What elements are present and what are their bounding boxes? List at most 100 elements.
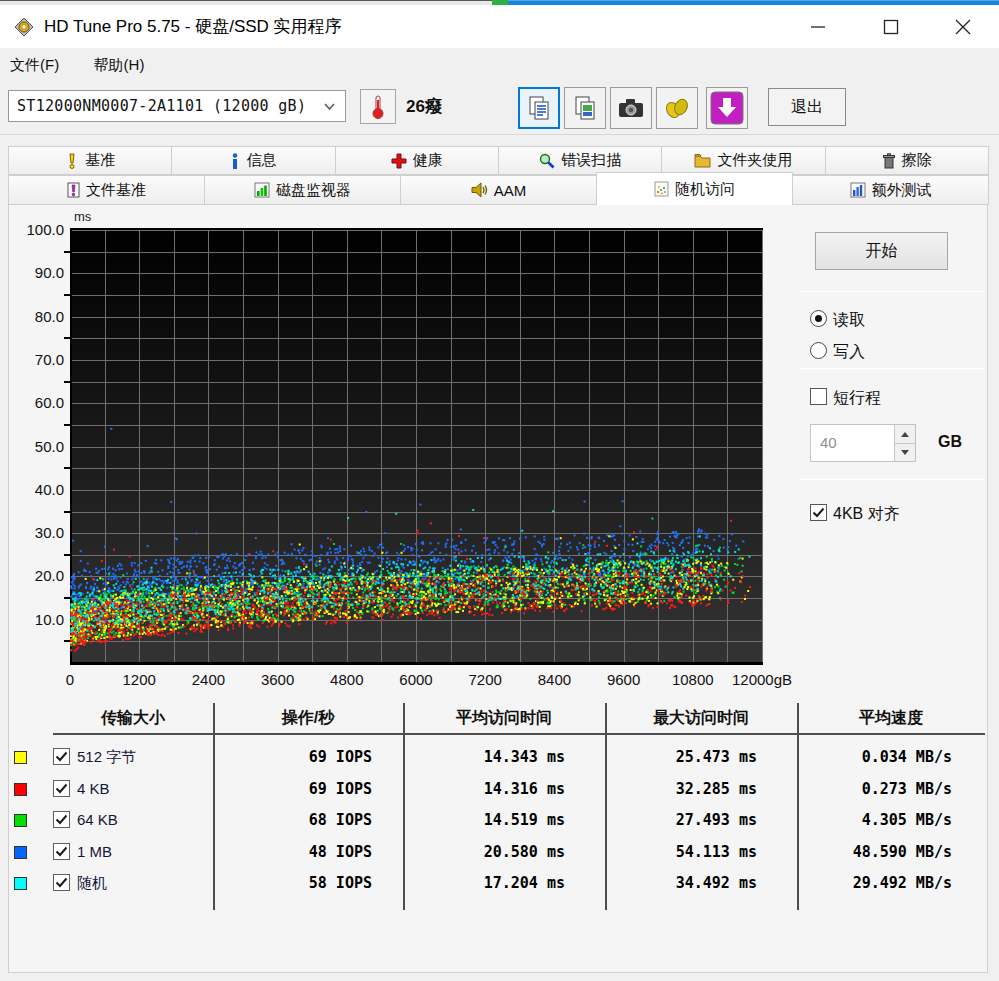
radio-write-label: 写入: [833, 342, 865, 363]
download-button[interactable]: [706, 87, 748, 129]
tab-random-access[interactable]: 随机访问: [596, 172, 793, 205]
avg-speed-value: 29.492 MB/s: [790, 867, 952, 899]
check-icon: [54, 875, 69, 890]
avg-access-value: 20.580 ms: [410, 836, 565, 868]
max-access-value: 27.493 ms: [600, 804, 757, 836]
avg-speed-value: 4.305 MB/s: [790, 804, 952, 836]
temperature-value: 26癈: [406, 89, 442, 124]
short-stroke-checkbox[interactable]: [810, 388, 827, 405]
table-row: 64 KB 68 IOPS 14.519 ms 27.493 ms 4.305 …: [0, 804, 985, 836]
iops-value: 69 IOPS: [213, 741, 372, 773]
series-checkbox[interactable]: [53, 843, 70, 860]
series-color-swatch: [14, 846, 27, 859]
copy-image-button[interactable]: [564, 87, 606, 129]
screenshot-button[interactable]: [610, 87, 652, 129]
tab-extra-tests[interactable]: 额外测试: [792, 175, 989, 205]
magnifier-icon: [539, 153, 555, 169]
x-tick-label: 6000: [376, 671, 456, 688]
series-checkbox[interactable]: [53, 748, 70, 765]
x-tick-label: 7200: [445, 671, 525, 688]
start-button[interactable]: 开始: [815, 232, 948, 270]
y-tick-mark: [64, 251, 70, 253]
download-icon: [710, 91, 744, 125]
copy-text-button[interactable]: [518, 87, 560, 129]
max-access-value: 25.473 ms: [600, 741, 757, 773]
check-icon: [54, 749, 69, 764]
x-tick-label: 12000gB: [722, 671, 802, 688]
tab-benchmark[interactable]: 基准: [8, 146, 172, 175]
avg-speed-value: 48.590 MB/s: [790, 836, 952, 868]
x-tick-label: 1200: [99, 671, 179, 688]
tab-erase[interactable]: 擦除: [825, 146, 989, 175]
iops-value: 48 IOPS: [213, 836, 372, 868]
capacity-unit-label: GB: [938, 433, 962, 451]
tab-error-scan[interactable]: 错误扫描: [498, 146, 662, 175]
file-benchmark-icon: [67, 182, 80, 198]
minimize-button[interactable]: [795, 5, 841, 48]
series-color-swatch: [14, 783, 27, 796]
separator: [800, 368, 985, 369]
x-tick-label: 8400: [514, 671, 594, 688]
series-checkbox[interactable]: [53, 780, 70, 797]
spinner-down[interactable]: [894, 443, 915, 461]
tab-file-benchmark[interactable]: 文件基准: [8, 175, 205, 205]
radio-read-label: 读取: [833, 310, 865, 331]
save-results-button[interactable]: [656, 87, 698, 129]
series-color-swatch: [14, 751, 27, 764]
random-access-icon: [654, 181, 669, 197]
speaker-icon: [471, 182, 488, 198]
max-access-value: 32.285 ms: [600, 773, 757, 805]
y-tick-label: 90.0: [18, 264, 64, 281]
table-row: 4 KB 69 IOPS 14.316 ms 32.285 ms 0.273 M…: [0, 773, 985, 805]
table-row: 随机 58 IOPS 17.204 ms 34.492 ms 29.492 MB…: [0, 867, 985, 899]
table-row: 512 字节 69 IOPS 14.343 ms 25.473 ms 0.034…: [0, 741, 985, 773]
y-tick-mark: [64, 294, 70, 296]
drive-selector[interactable]: ST12000NM0007-2A1101 (12000 gB): [8, 90, 346, 122]
table-row: 1 MB 48 IOPS 20.580 ms 54.113 ms 48.590 …: [0, 836, 985, 868]
series-label: 64 KB: [77, 804, 118, 836]
x-tick-label: 0: [30, 671, 110, 688]
capacity-value: 40: [820, 425, 837, 461]
separator: [800, 291, 985, 292]
health-cross-icon: [391, 153, 407, 169]
tab-health[interactable]: 健康: [335, 146, 499, 175]
capacity-input[interactable]: 40: [810, 424, 916, 462]
max-access-value: 34.492 ms: [600, 867, 757, 899]
separator: [800, 479, 985, 480]
y-tick-label: 10.0: [18, 611, 64, 628]
check-icon: [811, 505, 826, 520]
menu-help[interactable]: 帮助(H): [84, 48, 155, 82]
y-tick-mark: [64, 467, 70, 469]
series-checkbox[interactable]: [53, 874, 70, 891]
tab-info[interactable]: 信息: [171, 146, 335, 175]
toolbar: ST12000NM0007-2A1101 (12000 gB) 26癈: [0, 82, 999, 134]
tab-aam[interactable]: AAM: [400, 175, 597, 205]
exit-button[interactable]: 退出: [768, 88, 846, 126]
series-checkbox[interactable]: [53, 811, 70, 828]
col-transfer-size: 传输大小: [48, 708, 218, 729]
series-label: 4 KB: [77, 773, 110, 805]
radio-write[interactable]: [810, 342, 827, 359]
maximize-button[interactable]: [868, 5, 914, 48]
check-icon: [54, 844, 69, 859]
series-color-swatch: [14, 814, 27, 827]
close-button[interactable]: [940, 5, 986, 48]
align-4kb-checkbox[interactable]: [810, 504, 827, 521]
y-tick-label: 70.0: [18, 351, 64, 368]
radio-read[interactable]: [810, 310, 827, 327]
chevron-down-icon: [324, 103, 335, 110]
menu-file[interactable]: 文件(F): [0, 48, 69, 82]
spinner-up[interactable]: [894, 425, 915, 443]
series-color-swatch: [14, 877, 27, 890]
capacity-spinner[interactable]: [894, 425, 915, 461]
avg-speed-value: 0.034 MB/s: [790, 741, 952, 773]
hands-icon: [664, 95, 690, 121]
short-stroke-label: 短行程: [833, 388, 881, 409]
y-tick-label: 60.0: [18, 394, 64, 411]
tab-folder-usage[interactable]: 文件夹使用: [661, 146, 825, 175]
extra-tests-icon: [850, 182, 866, 198]
benchmark-icon: [65, 153, 79, 169]
y-tick-label: 40.0: [18, 481, 64, 498]
tab-disk-monitor[interactable]: 磁盘监视器: [204, 175, 401, 205]
temperature-button[interactable]: [360, 89, 396, 124]
